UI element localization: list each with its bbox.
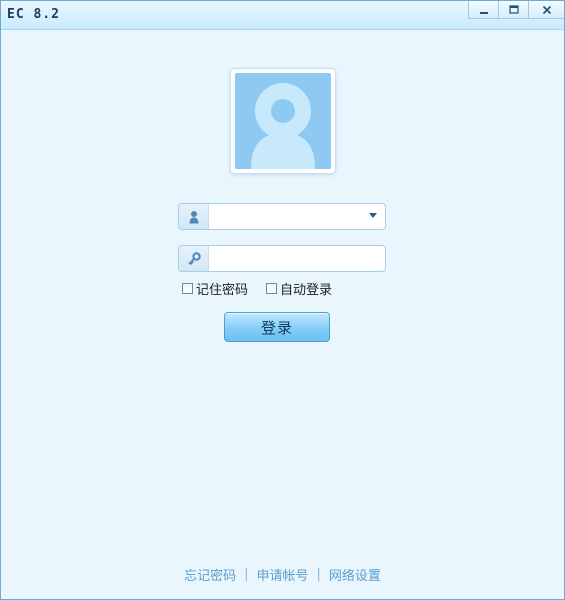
avatar-frame[interactable] bbox=[230, 68, 336, 174]
minimize-button[interactable] bbox=[468, 1, 498, 19]
password-field[interactable] bbox=[178, 245, 386, 272]
default-user-avatar-icon bbox=[235, 73, 331, 169]
password-input[interactable] bbox=[211, 248, 361, 269]
footer-links: 忘记密码 | 申请帐号 | 网络设置 bbox=[1, 565, 564, 584]
close-button[interactable] bbox=[528, 1, 564, 19]
username-input[interactable] bbox=[211, 206, 361, 227]
checkbox-box[interactable] bbox=[182, 282, 193, 294]
key-icon-box bbox=[179, 246, 209, 271]
window-controls bbox=[468, 1, 564, 19]
avatar bbox=[235, 73, 331, 169]
chevron-down-icon[interactable] bbox=[369, 213, 377, 218]
maximize-icon bbox=[508, 4, 519, 14]
remember-password-checkbox[interactable]: 记住密码 bbox=[182, 279, 248, 298]
auto-login-checkbox[interactable]: 自动登录 bbox=[266, 279, 332, 298]
username-field[interactable] bbox=[178, 203, 386, 230]
maximize-button[interactable] bbox=[498, 1, 528, 19]
user-icon bbox=[189, 210, 198, 223]
close-icon bbox=[542, 5, 551, 14]
link-separator: | bbox=[316, 566, 321, 582]
forgot-password-link[interactable]: 忘记密码 bbox=[184, 565, 236, 584]
user-icon-box bbox=[179, 204, 209, 229]
window-title: EC 8.2 bbox=[7, 7, 60, 22]
auto-login-label[interactable]: 自动登录 bbox=[280, 279, 332, 298]
minimize-icon bbox=[479, 11, 488, 14]
network-settings-link[interactable]: 网络设置 bbox=[329, 565, 381, 584]
checkbox-box[interactable] bbox=[266, 282, 277, 294]
login-window: EC 8.2 记住密码 自动登录 登录 忘记密码 | 申请帐号 | 网络设置 bbox=[0, 0, 565, 600]
login-button[interactable]: 登录 bbox=[224, 312, 330, 342]
link-separator: | bbox=[244, 566, 249, 582]
title-bar[interactable]: EC 8.2 bbox=[1, 1, 564, 30]
key-icon bbox=[187, 251, 201, 265]
remember-password-label[interactable]: 记住密码 bbox=[196, 279, 248, 298]
register-account-link[interactable]: 申请帐号 bbox=[256, 565, 308, 584]
